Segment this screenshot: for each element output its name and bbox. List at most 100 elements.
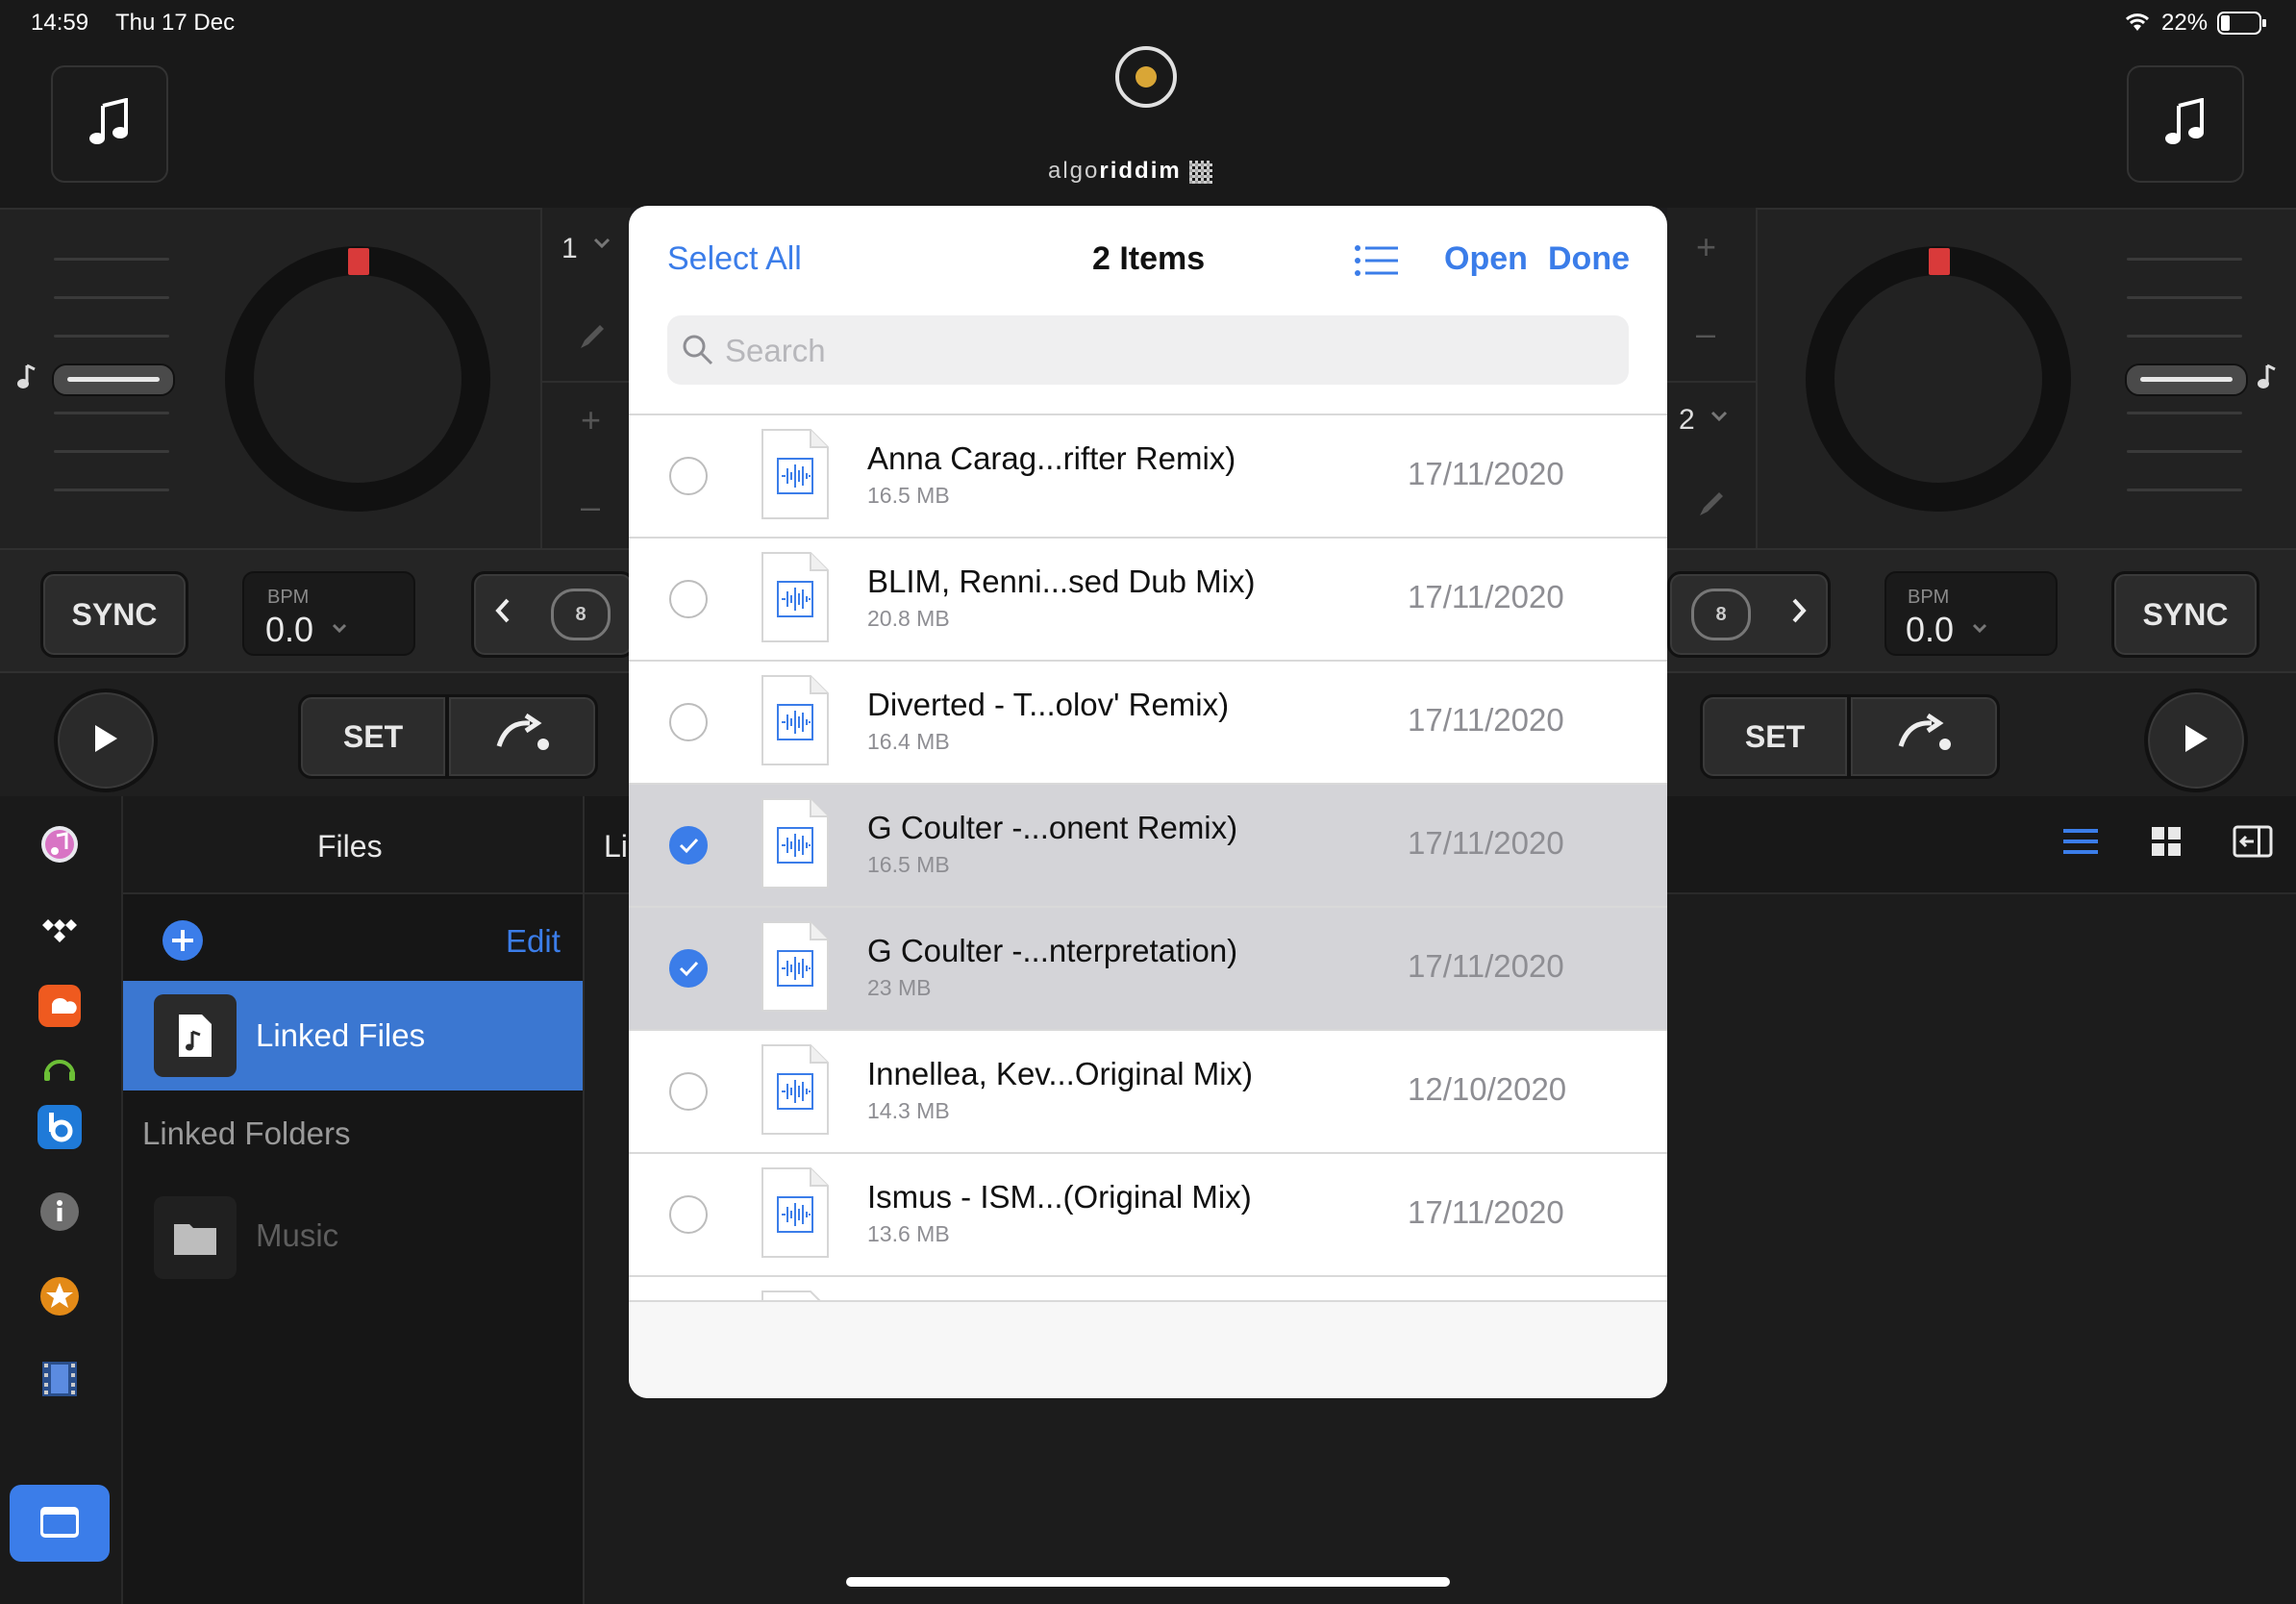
minus-icon[interactable]: – (581, 487, 600, 527)
bpm-value: 0.0 (265, 610, 314, 649)
music-folder-item[interactable]: Music (123, 1185, 583, 1291)
file-name: G Coulter -...onent Remix) (867, 810, 1238, 845)
video-icon[interactable] (37, 1356, 83, 1402)
soundcloud-icon[interactable] (37, 983, 83, 1029)
top-bar: 14:59 Thu 17 Dec 22% algoriddim (0, 0, 2296, 208)
add-icon[interactable] (162, 919, 204, 966)
left-library-button[interactable] (51, 65, 168, 183)
done-button[interactable]: Done (1548, 240, 1630, 278)
grid-view-icon[interactable] (2152, 827, 2181, 861)
right-set-button[interactable]: SET (1700, 694, 1850, 779)
right-deck-side: + – 2 (1667, 208, 1756, 548)
music-folder-label: Music (256, 1217, 339, 1253)
right-platter[interactable] (1806, 246, 2071, 512)
file-size: 16.4 MB (867, 729, 950, 754)
pencil-icon[interactable] (1696, 489, 1727, 524)
file-row[interactable]: Ismus - ISM...(Original Mix) 13.6 MB 17/11… (629, 1154, 1667, 1277)
chevron-right-icon[interactable] (1789, 596, 1809, 633)
file-date: 17/11/2020 (1408, 1194, 1564, 1230)
search-icon (681, 333, 715, 372)
file-row[interactable]: BLIM, Renni...sed Dub Mix) 20.8 MB 17/11/2… (629, 539, 1667, 662)
folder-icon (38, 1503, 81, 1544)
left-loop-control: 8 (471, 571, 635, 658)
right-deck-number[interactable]: 2 (1679, 404, 1695, 437)
right-sync-button[interactable]: SYNC (2111, 571, 2259, 658)
file-size: 16.5 MB (867, 852, 950, 877)
bpm-label: BPM (267, 587, 310, 608)
info-icon[interactable] (37, 1189, 83, 1235)
tidal-icon[interactable] (37, 908, 83, 954)
play-icon (91, 722, 120, 760)
list-options-icon[interactable] (1354, 244, 1398, 282)
edit-button[interactable]: Edit (506, 923, 561, 960)
list-view-icon[interactable] (2063, 827, 2098, 861)
logo-text-light: algo (1048, 158, 1100, 184)
file-date: 17/11/2020 (1408, 948, 1564, 984)
curved-arrow-icon (1895, 713, 1953, 760)
plus-icon[interactable]: + (581, 400, 601, 440)
linked-files-item[interactable]: Linked Files (123, 981, 583, 1090)
left-sync-button[interactable]: SYNC (40, 571, 188, 658)
file-name: BLIM, Renni...sed Dub Mix) (867, 564, 1256, 599)
star-icon[interactable] (37, 1273, 83, 1319)
empty-circle-icon[interactable] (669, 703, 708, 741)
beatport-icon[interactable] (37, 1104, 83, 1150)
tempo-note-icon (2258, 363, 2279, 395)
left-pitch-slider[interactable] (52, 363, 175, 396)
left-cue-jump-button[interactable] (446, 694, 598, 779)
files-header: Files (123, 796, 583, 894)
empty-circle-icon[interactable] (669, 1072, 708, 1111)
file-row[interactable]: Innellea, Kev...Original Mix) 14.3 MB 12/1… (629, 1031, 1667, 1154)
right-cue-jump-button[interactable] (1848, 694, 2000, 779)
chevron-down-icon (1971, 621, 1988, 639)
chevron-left-icon[interactable] (493, 596, 512, 633)
music-note-icon (2163, 96, 2208, 151)
record-button[interactable] (1115, 46, 1177, 108)
loop-icon[interactable]: 8 (1691, 589, 1751, 640)
plus-icon[interactable]: + (1696, 227, 1716, 267)
bpm-label: BPM (1908, 587, 1950, 608)
file-name: Diverted - T...olov' Remix) (867, 687, 1230, 722)
beatsource-icon[interactable] (37, 1042, 83, 1089)
grid-logo-icon (1189, 160, 1213, 184)
right-bpm-display[interactable]: BPM 0.0 (1884, 571, 2058, 656)
left-bpm-display[interactable]: BPM 0.0 (242, 571, 415, 656)
left-platter-marker (348, 248, 369, 275)
checkmark-circle-icon[interactable] (669, 949, 708, 988)
search-field[interactable]: Search (667, 315, 1629, 385)
loop-icon[interactable]: 8 (551, 589, 611, 640)
left-deck-number[interactable]: 1 (562, 233, 578, 265)
left-play-button[interactable] (54, 689, 158, 792)
right-library-button[interactable] (2127, 65, 2244, 183)
left-deck-side: 1 + – (540, 208, 631, 548)
checkmark-circle-icon[interactable] (669, 826, 708, 865)
empty-circle-icon[interactable] (669, 580, 708, 618)
right-play-button[interactable] (2144, 689, 2248, 792)
logo-text-bold: riddim (1099, 158, 1182, 184)
music-note-icon (87, 96, 132, 151)
file-row[interactable]: G Coulter -...onent Remix) 16.5 MB 17/11/2… (629, 785, 1667, 908)
select-all-button[interactable]: Select All (667, 240, 802, 278)
file-row[interactable]: Diverted - T...olov' Remix) 16.4 MB 17/11/… (629, 662, 1667, 785)
minus-icon[interactable]: – (1696, 313, 1715, 354)
file-picker-modal: Select All 2 Items Open Done Search Anna… (629, 206, 1667, 1398)
left-set-button[interactable]: SET (298, 694, 448, 779)
empty-circle-icon[interactable] (669, 457, 708, 495)
source-rail (0, 796, 123, 1604)
tracklist-title: Li (604, 829, 628, 864)
pencil-icon[interactable] (577, 321, 608, 357)
collapse-panel-icon[interactable] (2233, 825, 2273, 863)
chevron-down-icon[interactable] (592, 237, 611, 255)
empty-circle-icon[interactable] (669, 1195, 708, 1234)
file-row[interactable]: G Coulter -...nterpretation) 23 MB 17/11/2… (629, 908, 1667, 1031)
itunes-icon[interactable] (37, 821, 83, 867)
tempo-note-icon (17, 363, 38, 395)
files-source-button[interactable] (10, 1485, 110, 1562)
audio-file-icon (761, 1166, 830, 1259)
chevron-down-icon[interactable] (1710, 410, 1729, 428)
open-button[interactable]: Open (1444, 240, 1528, 278)
file-row[interactable]: Anna Carag...rifter Remix) 16.5 MB 17/11/2… (629, 415, 1667, 539)
left-platter[interactable] (225, 246, 490, 512)
right-pitch-slider[interactable] (2125, 363, 2248, 396)
file-size: 13.6 MB (867, 1221, 950, 1246)
